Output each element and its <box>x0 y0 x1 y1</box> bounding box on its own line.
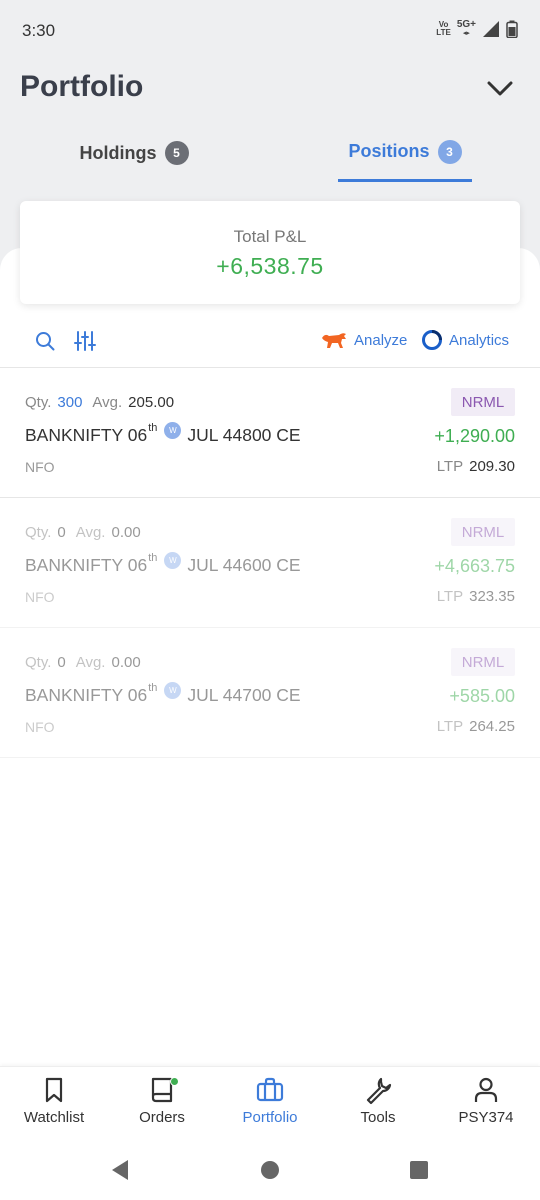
bookmark-icon <box>45 1077 63 1103</box>
quantity-line: Qty. 300 Avg. 205.00 <box>25 394 175 411</box>
status-icons: Vo LTE 5G+ ◂▸ <box>436 20 518 38</box>
wrench-icon <box>366 1077 392 1105</box>
instrument-name: BANKNIFTY 06th W JUL 44700 CE <box>25 682 301 705</box>
tab-holdings[interactable]: Holdings 5 <box>66 124 202 182</box>
average-price: 205.00 <box>128 394 175 411</box>
recents-icon[interactable] <box>409 1160 429 1180</box>
nav-portfolio[interactable]: Portfolio <box>216 1075 324 1126</box>
nav-tools[interactable]: Tools <box>324 1075 432 1126</box>
tab-holdings-label: Holdings <box>79 142 157 163</box>
page-title: Portfolio <box>20 70 144 103</box>
system-navigation-bar <box>0 1144 540 1200</box>
status-time: 3:30 <box>22 21 56 40</box>
tab-positions[interactable]: Positions 3 <box>338 124 472 182</box>
exchange-label: NFO <box>25 719 55 735</box>
nav-watchlist[interactable]: Watchlist <box>0 1075 108 1126</box>
nav-orders[interactable]: Orders <box>108 1075 216 1126</box>
instrument-name: BANKNIFTY 06th W JUL 44600 CE <box>25 552 301 575</box>
network-5g-icon: 5G+ ◂▸ <box>456 19 476 38</box>
ltp-line: LTP 323.35 <box>436 588 515 605</box>
status-bar: 3:30 Vo LTE 5G+ ◂▸ <box>0 0 540 62</box>
product-type-tag: NRML <box>451 648 515 676</box>
analyze-button[interactable]: Analyze <box>320 330 407 350</box>
chevron-down-icon[interactable] <box>484 72 516 104</box>
quantity-value: 300 <box>57 394 83 411</box>
signal-icon <box>483 21 499 37</box>
positions-toolbar: Analyze Analytics <box>0 320 540 368</box>
product-type-tag: NRML <box>451 388 515 416</box>
position-pnl: +4,663.75 <box>434 556 515 576</box>
exchange-label: NFO <box>25 459 55 475</box>
holdings-count-badge: 5 <box>164 141 189 165</box>
position-pnl: +1,290.00 <box>434 426 515 446</box>
briefcase-icon <box>256 1077 284 1102</box>
analytics-button[interactable]: Analytics <box>422 330 509 350</box>
positions-list: Qty. 300 Avg. 205.00 NRML BANKNIFTY 06th W JU… <box>0 368 540 758</box>
positions-count-badge: 3 <box>437 139 462 164</box>
weekly-expiry-badge: W <box>164 552 182 569</box>
home-icon[interactable] <box>260 1160 280 1180</box>
nav-profile[interactable]: PSY374 <box>432 1075 540 1126</box>
nav-tools-label: Tools <box>360 1109 396 1126</box>
position-row[interactable]: Qty. 0 Avg. 0.00 NRML BANKNIFTY 06th W JUL 44… <box>0 498 540 628</box>
nav-watchlist-label: Watchlist <box>23 1109 85 1126</box>
battery-icon <box>506 20 518 38</box>
position-row[interactable]: Qty. 0 Avg. 0.00 NRML BANKNIFTY 06th W JUL 44… <box>0 628 540 758</box>
position-pnl: +585.00 <box>449 686 515 706</box>
quantity-line: Qty. 0 Avg. 0.00 <box>25 524 141 541</box>
ltp-value: 264.25 <box>469 718 515 735</box>
total-pnl-value: +6,538.75 <box>216 253 324 279</box>
analytics-label: Analytics <box>449 331 510 349</box>
average-price: 0.00 <box>111 654 141 671</box>
product-type-tag: NRML <box>451 518 515 546</box>
nav-portfolio-label: Portfolio <box>242 1109 298 1126</box>
quantity-value: 0 <box>57 524 66 541</box>
analytics-icon <box>422 330 442 350</box>
total-pnl-label: Total P&L <box>233 227 307 246</box>
weekly-expiry-badge: W <box>164 682 182 699</box>
weekly-expiry-badge: W <box>164 422 182 439</box>
nav-profile-label: PSY374 <box>458 1109 514 1126</box>
tab-positions-label: Positions <box>348 141 430 161</box>
quantity-value: 0 <box>57 654 66 671</box>
average-price: 0.00 <box>111 524 141 541</box>
ltp-line: LTP 264.25 <box>436 718 515 735</box>
analyze-label: Analyze <box>354 331 408 349</box>
volte-icon: Vo LTE <box>436 20 451 37</box>
instrument-name: BANKNIFTY 06th W JUL 44800 CE <box>25 422 301 445</box>
search-icon[interactable] <box>34 330 56 352</box>
portfolio-tabs: Holdings 5 Positions 3 <box>0 124 540 182</box>
ltp-line: LTP 209.30 <box>436 458 515 475</box>
user-icon <box>474 1077 498 1102</box>
ltp-value: 209.30 <box>469 458 515 475</box>
ltp-value: 323.35 <box>469 588 515 605</box>
position-row[interactable]: Qty. 300 Avg. 205.00 NRML BANKNIFTY 06th W JU… <box>0 368 540 498</box>
orders-notification-dot <box>170 1077 179 1086</box>
back-icon[interactable] <box>110 1159 130 1181</box>
bottom-navigation: Watchlist Orders Portfolio Tools PSY374 <box>0 1066 540 1144</box>
nav-orders-label: Orders <box>139 1109 185 1126</box>
bull-icon <box>322 333 346 348</box>
quantity-line: Qty. 0 Avg. 0.00 <box>25 654 141 671</box>
total-pnl-card: Total P&L +6,538.75 <box>20 201 520 304</box>
sliders-icon[interactable] <box>74 330 96 352</box>
exchange-label: NFO <box>25 589 55 605</box>
